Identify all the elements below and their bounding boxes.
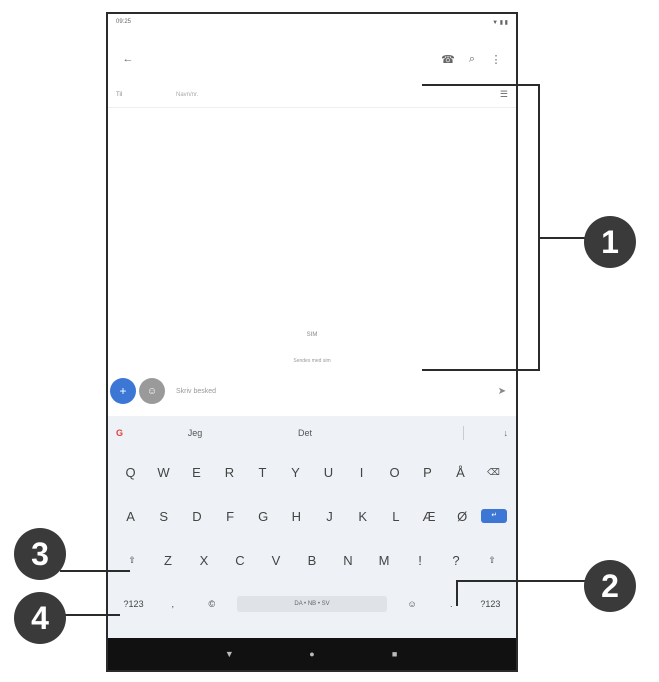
callout-2-horizontal-line (456, 580, 588, 582)
add-attachment-button[interactable]: + (110, 378, 136, 404)
status-time: 09:25 (116, 19, 132, 25)
callout-1-top-line (422, 84, 540, 86)
key[interactable]: S (150, 509, 178, 524)
key[interactable]: D (183, 509, 211, 524)
key[interactable]: P (414, 465, 442, 480)
key[interactable]: V (262, 553, 290, 568)
status-icons: ▼ ▮ ▮ (492, 19, 508, 26)
period-key[interactable]: . (437, 599, 465, 609)
nav-recents-icon[interactable]: ■ (385, 649, 405, 659)
comma-key[interactable]: , (159, 599, 187, 609)
key[interactable]: Z (154, 553, 182, 568)
phone-icon[interactable]: ☎ (436, 53, 460, 66)
send-icon[interactable]: ➤ (490, 386, 514, 397)
key[interactable]: U (315, 465, 343, 480)
key[interactable]: C (226, 553, 254, 568)
suggestion-strip: G Jeg Det ↓ (108, 416, 516, 450)
callout-badge-4: 4 (14, 592, 66, 644)
shift-left-icon[interactable]: ⇧ (118, 555, 146, 566)
status-bar: 09:25 ▼ ▮ ▮ (108, 14, 516, 30)
key[interactable]: ! (406, 553, 434, 568)
message-input[interactable]: Skriv besked (168, 388, 490, 395)
sim-label: SIM (306, 332, 318, 338)
key[interactable]: W (150, 465, 178, 480)
key[interactable]: X (190, 553, 218, 568)
key[interactable]: I (348, 465, 376, 480)
suggestion-1[interactable]: Jeg (140, 428, 250, 438)
search-icon[interactable]: ⌕ (460, 53, 484, 66)
suggestion-2[interactable]: Det (250, 428, 360, 438)
key[interactable]: Æ (415, 509, 443, 524)
navigation-bar: ▼ ● ■ (108, 638, 516, 670)
enter-key[interactable]: ↵ (481, 509, 508, 523)
key-row-1: Q W E R T Y U I O P Å ⌫ (108, 450, 516, 494)
key-row-3: ⇧ Z X C V B N M ! ? ⇧ (108, 538, 516, 582)
key[interactable]: T (249, 465, 277, 480)
key[interactable]: J (316, 509, 344, 524)
space-bar[interactable]: DA • NB • SV (236, 596, 387, 612)
nav-back-icon[interactable]: ▼ (219, 649, 239, 659)
media-button[interactable]: ☺ (139, 378, 165, 404)
key[interactable]: ? (442, 553, 470, 568)
key-row-4: ?123 , © DA • NB • SV ☺ . ?123 (108, 582, 516, 626)
key[interactable]: K (349, 509, 377, 524)
callout-badge-3: 3 (14, 528, 66, 580)
key[interactable]: M (370, 553, 398, 568)
on-screen-keyboard: G Jeg Det ↓ Q W E R T Y U I O P Å ⌫ A S … (108, 416, 516, 642)
callout-4-line (60, 614, 120, 616)
recipient-input[interactable]: Navn/nr. (176, 92, 500, 98)
key[interactable]: R (216, 465, 244, 480)
globe-icon[interactable]: © (198, 599, 226, 609)
symbols-key-right[interactable]: ?123 (476, 599, 504, 609)
key-row-2: A S D F G H J K L Æ Ø ↵ (108, 494, 516, 538)
key[interactable]: B (298, 553, 326, 568)
more-options-icon[interactable]: ⋮ (484, 53, 508, 66)
callout-1-leader-line (538, 237, 588, 239)
callout-1-bottom-line (422, 369, 540, 371)
suggestion-divider (462, 426, 464, 440)
key[interactable]: Q (117, 465, 145, 480)
google-g-icon[interactable]: G (116, 428, 140, 438)
key[interactable]: N (334, 553, 362, 568)
backspace-icon[interactable]: ⌫ (480, 467, 508, 478)
emoji-icon[interactable]: ☺ (398, 599, 426, 609)
callout-badge-2: 2 (584, 560, 636, 612)
key[interactable]: A (117, 509, 145, 524)
key[interactable]: L (382, 509, 410, 524)
key[interactable]: Ø (448, 509, 476, 524)
top-app-bar: ← ☎ ⌕ ⋮ (108, 44, 516, 74)
microphone-icon[interactable]: ↓ (504, 428, 509, 438)
shift-right-icon[interactable]: ⇧ (478, 555, 506, 566)
callout-2-vertical-line (456, 580, 458, 606)
key[interactable]: E (183, 465, 211, 480)
key[interactable]: O (381, 465, 409, 480)
sim-info: SIM Sendes med sim (108, 332, 516, 364)
tablet-screen: 09:25 ▼ ▮ ▮ ← ☎ ⌕ ⋮ Til Navn/nr. ☰ SIM S… (106, 12, 518, 672)
contacts-icon[interactable]: ☰ (500, 89, 508, 100)
key[interactable]: Å (447, 465, 475, 480)
compose-row: + ☺ Skriv besked ➤ (108, 376, 516, 406)
symbols-key[interactable]: ?123 (120, 599, 148, 609)
callout-1-vertical-line (538, 84, 540, 371)
key[interactable]: G (249, 509, 277, 524)
to-label: Til (116, 91, 123, 98)
key[interactable]: F (216, 509, 244, 524)
back-arrow-icon[interactable]: ← (116, 53, 140, 65)
nav-home-icon[interactable]: ● (302, 649, 322, 659)
sim-sub-label: Sendes med sim (293, 358, 331, 364)
key[interactable]: Y (282, 465, 310, 480)
key[interactable]: H (282, 509, 310, 524)
callout-3-line (60, 570, 130, 572)
callout-badge-1: 1 (584, 216, 636, 268)
